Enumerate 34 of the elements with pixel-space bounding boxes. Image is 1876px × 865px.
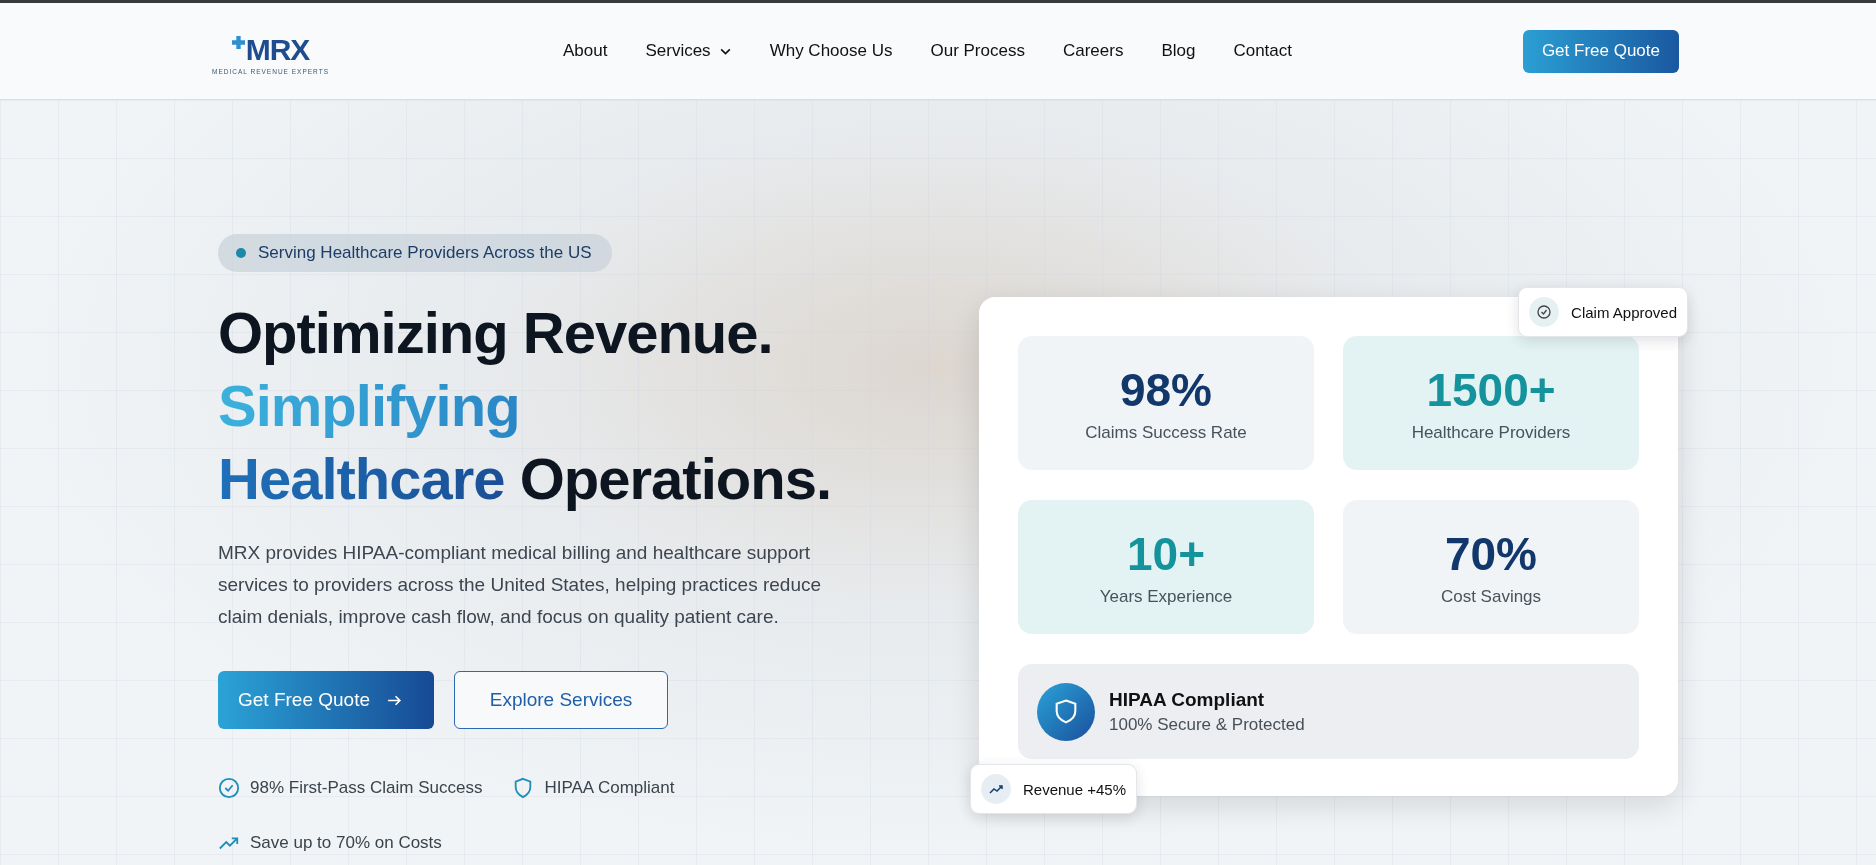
brand-name: MRX [245,33,310,67]
nav-link[interactable]: Our Process [930,41,1025,61]
nav-link[interactable]: Contact [1233,41,1293,61]
stat-value: 1500+ [1426,363,1556,417]
stat-value: 98% [1119,363,1213,417]
nav-link[interactable]: Blog [1161,41,1196,61]
stat-value: 10+ [1127,527,1205,581]
shield-icon [1037,682,1095,741]
hero-headline: Optimizing Revenue. Simplifying Healthcare Operations. [218,299,832,513]
toast-text: Claim Approved [1571,303,1677,321]
get-free-quote-button[interactable]: Get Free Quote [1522,29,1679,73]
cross-icon [231,36,245,49]
toast-text: Revenue +45% [1023,780,1126,798]
stat-value: 70% [1444,527,1538,581]
nav-link[interactable]: Services [645,41,732,61]
check-circle-icon [218,777,240,799]
nav-link[interactable]: Why Choose Us [769,41,893,61]
feature-text: HIPAA Compliant [544,778,675,798]
feature-text: Save up to 70% on Costs [250,833,442,853]
explore-services-button[interactable]: Explore Services [454,671,668,729]
stat-label: Healthcare Providers [1411,423,1571,443]
nav-link[interactable]: About [563,41,608,61]
nav-link[interactable]: Careers [1062,41,1124,61]
announcement-badge: Serving Healthcare Providers Across the US [218,234,612,272]
stat-label: Claims Success Rate [1085,423,1247,443]
stat-label: Cost Savings [1440,587,1542,607]
hero-description: MRX provides HIPAA-compliant medical billing and healthcare support services to providers across the United States, helping practices reduce claim denials, improve cash flow, and focus on quality patient care. [218,541,823,629]
trending-up-icon [981,774,1011,804]
feature-text: 98% First-Pass Claim Success [250,778,483,798]
check-circle-icon [1529,297,1560,327]
compliance-subtitle: 100% Secure & Protected [1109,714,1305,735]
stat-label: Years Experience [1099,587,1233,607]
get-free-quote-button[interactable]: Get Free Quote [218,671,434,729]
compliance-title: HIPAA Compliant [1109,688,1266,711]
